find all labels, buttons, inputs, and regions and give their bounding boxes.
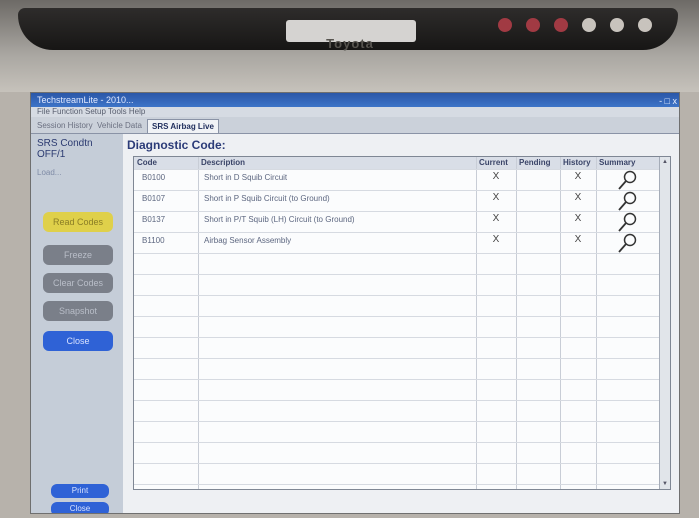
window-title: TechstreamLite - 2010...	[37, 95, 134, 105]
table-row-description[interactable]: Airbag Sensor Assembly	[204, 236, 291, 245]
close-button[interactable]: Close	[43, 331, 113, 351]
tab-strip: Session History Vehicle Data SRS Airbag …	[31, 117, 679, 134]
grid-line	[134, 295, 670, 296]
grid-line	[134, 400, 670, 401]
ecu-status: Load...	[37, 168, 62, 177]
menu-bar[interactable]: File Function Setup Tools Help	[31, 107, 679, 117]
grid-line	[134, 253, 670, 254]
table-row-description[interactable]: Short in P/T Squib (LH) Circuit (to Grou…	[204, 215, 355, 224]
current-flag: X	[492, 213, 500, 224]
history-flag: X	[574, 234, 582, 245]
grid-line	[596, 157, 597, 489]
table-row-code[interactable]: B1100	[142, 236, 165, 245]
grid-line	[134, 274, 670, 275]
magnifier-icon[interactable]	[616, 211, 638, 233]
col-code: Code	[137, 158, 157, 167]
indicator-light	[526, 18, 540, 32]
main-content: Diagnostic Code: Code Description Curren…	[123, 134, 679, 513]
window-titlebar: TechstreamLite - 2010... - □ x	[31, 93, 679, 107]
history-flag: X	[574, 192, 582, 203]
snapshot-button[interactable]: Snapshot	[43, 301, 113, 321]
close-bottom-button[interactable]: Close	[51, 502, 109, 513]
indicator-light	[610, 18, 624, 32]
freeze-button[interactable]: Freeze	[43, 245, 113, 265]
col-pending: Pending	[519, 158, 551, 167]
grid-line	[134, 379, 670, 380]
tab-srs-airbag-live[interactable]: SRS Airbag Live	[147, 119, 219, 133]
history-flag: X	[574, 171, 582, 182]
magnifier-icon[interactable]	[616, 232, 638, 254]
indicator-light	[638, 18, 652, 32]
history-flag: X	[574, 213, 582, 224]
col-summary: Summary	[599, 158, 636, 167]
ecu-title: SRS Condtn	[37, 138, 93, 149]
current-flag: X	[492, 171, 500, 182]
col-description: Description	[201, 158, 246, 167]
grid-line	[134, 421, 670, 422]
indicator-light	[582, 18, 596, 32]
col-current: Current	[479, 158, 508, 167]
indicator-light	[554, 18, 568, 32]
table-row-code[interactable]: B0100	[142, 173, 165, 182]
table-row-description[interactable]: Short in D Squib Circuit	[204, 173, 287, 182]
table-row-description[interactable]: Short in P Squib Circuit (to Ground)	[204, 194, 330, 203]
current-flag: X	[492, 234, 500, 245]
left-panel: SRS Condtn OFF/1 Load... Read Codes Free…	[31, 134, 124, 513]
read-codes-button[interactable]: Read Codes	[43, 212, 113, 232]
scroll-down-icon[interactable]: ▼	[661, 480, 669, 488]
device-bezel: Toyota	[0, 0, 699, 92]
clear-codes-button[interactable]: Clear Codes	[43, 273, 113, 293]
grid-line	[134, 463, 670, 464]
magnifier-icon[interactable]	[616, 169, 638, 191]
device-brand: Toyota	[326, 36, 374, 51]
tab-session-history[interactable]: Session History	[33, 119, 97, 133]
tab-vehicle-data[interactable]: Vehicle Data	[93, 119, 146, 133]
grid-line	[198, 157, 199, 489]
table-row-code[interactable]: B0107	[142, 194, 165, 203]
grid-line	[134, 169, 670, 170]
grid-line	[134, 337, 670, 338]
ecu-code: OFF/1	[37, 149, 66, 160]
dtc-table: Code Description Current Pending History…	[133, 156, 671, 490]
table-row-code[interactable]: B0137	[142, 215, 165, 224]
magnifier-icon[interactable]	[616, 190, 638, 212]
grid-line	[134, 190, 670, 191]
grid-line	[134, 211, 670, 212]
page-title: Diagnostic Code:	[127, 138, 226, 152]
grid-line	[516, 157, 517, 489]
col-history: History	[563, 158, 591, 167]
window-controls[interactable]: - □ x	[659, 94, 677, 108]
current-flag: X	[492, 192, 500, 203]
table-scrollbar[interactable]: ▲ ▼	[659, 157, 670, 489]
app-window: TechstreamLite - 2010... - □ x File Func…	[30, 92, 680, 514]
grid-line	[134, 442, 670, 443]
grid-line	[134, 316, 670, 317]
ecu-name: SRS Condtn OFF/1	[37, 138, 93, 160]
grid-line	[560, 157, 561, 489]
grid-line	[476, 157, 477, 489]
grid-line	[134, 232, 670, 233]
scroll-up-icon[interactable]: ▲	[661, 158, 669, 166]
indicator-light	[498, 18, 512, 32]
grid-line	[134, 484, 670, 485]
print-button[interactable]: Print	[51, 484, 109, 498]
grid-line	[134, 358, 670, 359]
